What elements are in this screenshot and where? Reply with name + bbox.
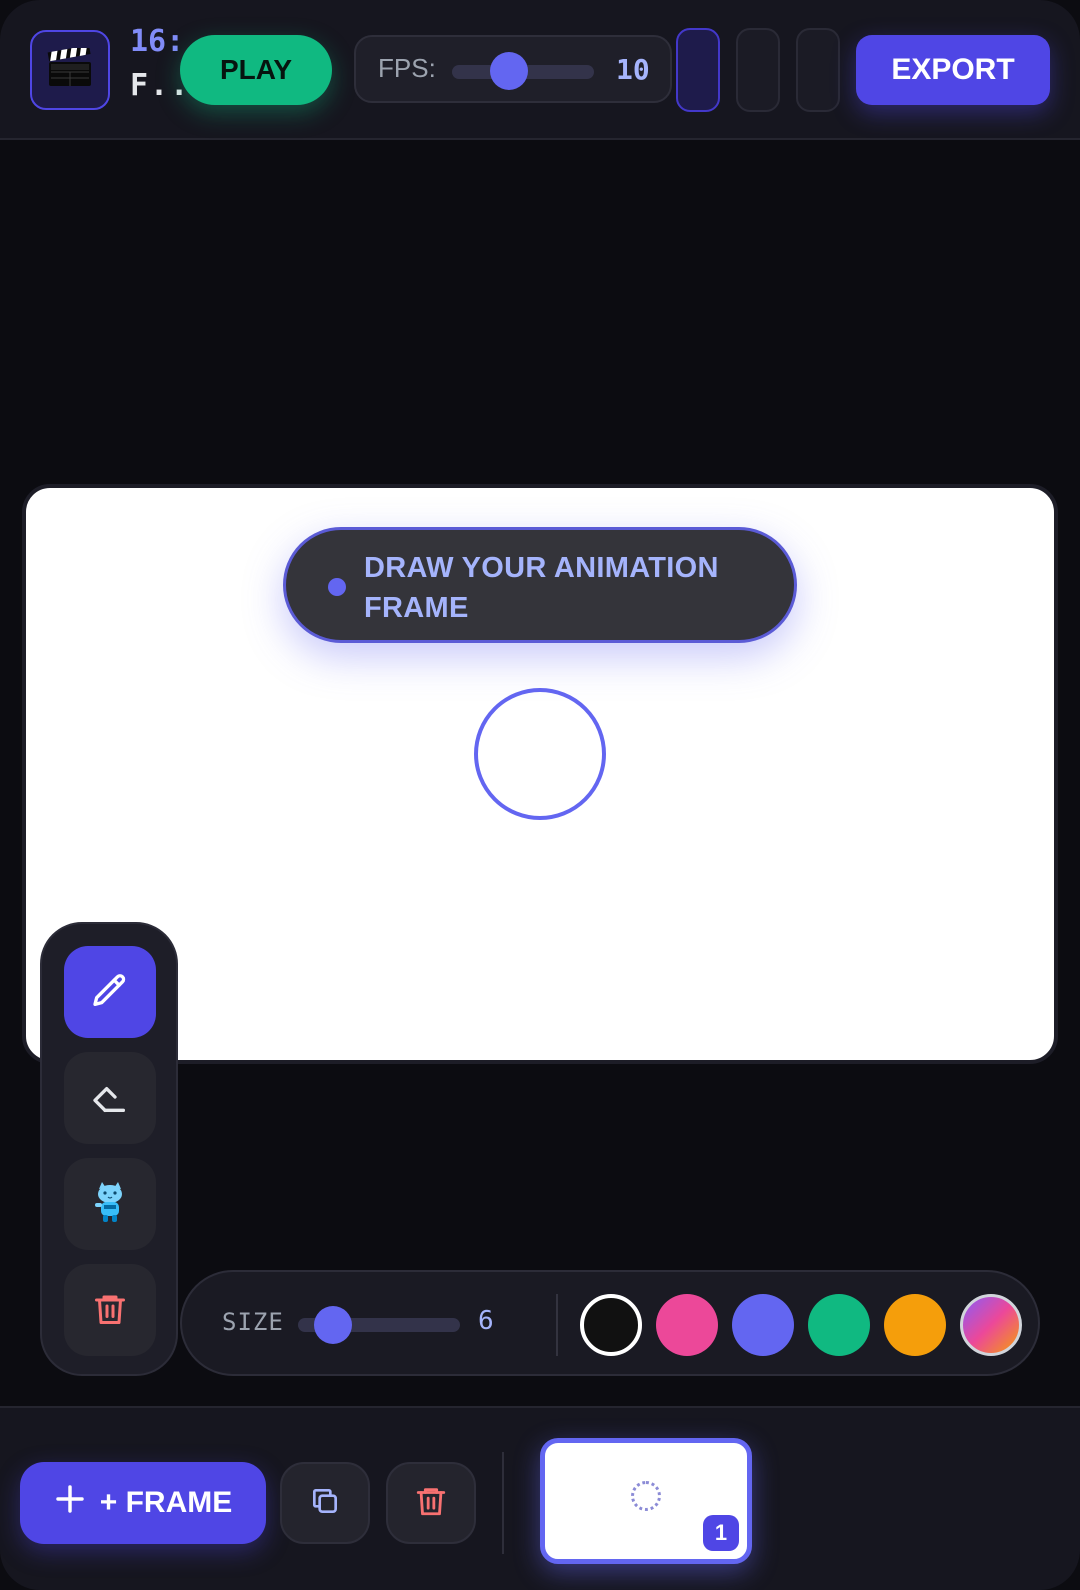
- pencil-tool-button[interactable]: [64, 946, 156, 1038]
- add-frame-label: + FRAME: [99, 1486, 233, 1519]
- size-slider-thumb[interactable]: [314, 1306, 352, 1344]
- frame-thumbnail[interactable]: 1: [540, 1438, 752, 1564]
- color-swatch-pink[interactable]: [656, 1294, 718, 1356]
- fps-slider-thumb[interactable]: [490, 52, 528, 90]
- fps-label: FPS:: [378, 53, 436, 83]
- clear-canvas-button[interactable]: [64, 1264, 156, 1356]
- eraser-icon: [90, 1077, 130, 1120]
- fps-value: 10: [616, 53, 650, 86]
- frame-preview-circle: [631, 1481, 661, 1511]
- trash-icon: [414, 1484, 448, 1523]
- duplicate-frame-button[interactable]: [280, 1462, 370, 1544]
- color-swatch-black[interactable]: [580, 1294, 642, 1356]
- top-toolbar: 16: F.. PLAY FPS: 10 EXPORT: [0, 0, 1080, 140]
- size-value: 6: [478, 1306, 494, 1336]
- export-button[interactable]: EXPORT: [856, 35, 1050, 105]
- clapperboard-icon: [47, 44, 93, 93]
- duplicate-icon: [309, 1485, 341, 1522]
- color-swatch-orange[interactable]: [884, 1294, 946, 1356]
- brush-settings-bar: SIZE 6: [180, 1270, 1040, 1376]
- project-name: F..: [130, 68, 191, 103]
- app-window: 16: F.. PLAY FPS: 10 EXPORT DRAW YOUR AN…: [0, 0, 1080, 1590]
- plus-icon: [54, 1483, 86, 1523]
- frame-timeline: + FRAME 1: [0, 1406, 1080, 1590]
- eraser-tool-button[interactable]: [64, 1052, 156, 1144]
- delete-frame-button[interactable]: [386, 1462, 476, 1544]
- onion-skin-circle: [474, 688, 606, 820]
- project-title[interactable]: 16: F..: [130, 22, 191, 110]
- color-swatch-gradient[interactable]: [960, 1294, 1022, 1356]
- tool-panel: [40, 922, 178, 1376]
- size-label: SIZE: [222, 1308, 284, 1336]
- loop-toggle[interactable]: [736, 28, 780, 112]
- canvas-hint: DRAW YOUR ANIMATION FRAME: [283, 527, 797, 643]
- app-logo: [30, 30, 110, 110]
- play-button[interactable]: PLAY: [180, 35, 332, 105]
- frame-number-badge: 1: [703, 1515, 739, 1551]
- add-frame-button[interactable]: + FRAME: [20, 1462, 266, 1544]
- hint-dot-icon: [328, 578, 346, 596]
- grid-toggle[interactable]: [796, 28, 840, 112]
- color-swatch-green[interactable]: [808, 1294, 870, 1356]
- pencil-icon: [90, 971, 130, 1014]
- onion-skin-toggle[interactable]: [676, 28, 720, 112]
- sticker-tool-button[interactable]: [64, 1158, 156, 1250]
- fps-control: FPS: 10: [354, 35, 672, 103]
- color-swatch-indigo[interactable]: [732, 1294, 794, 1356]
- cat-sticker-icon: [90, 1181, 130, 1228]
- hint-text: DRAW YOUR ANIMATION FRAME: [364, 552, 719, 624]
- brush-divider: [556, 1294, 558, 1356]
- trash-icon: [92, 1291, 128, 1330]
- footer-divider: [502, 1452, 504, 1554]
- project-time: 16:: [130, 24, 185, 59]
